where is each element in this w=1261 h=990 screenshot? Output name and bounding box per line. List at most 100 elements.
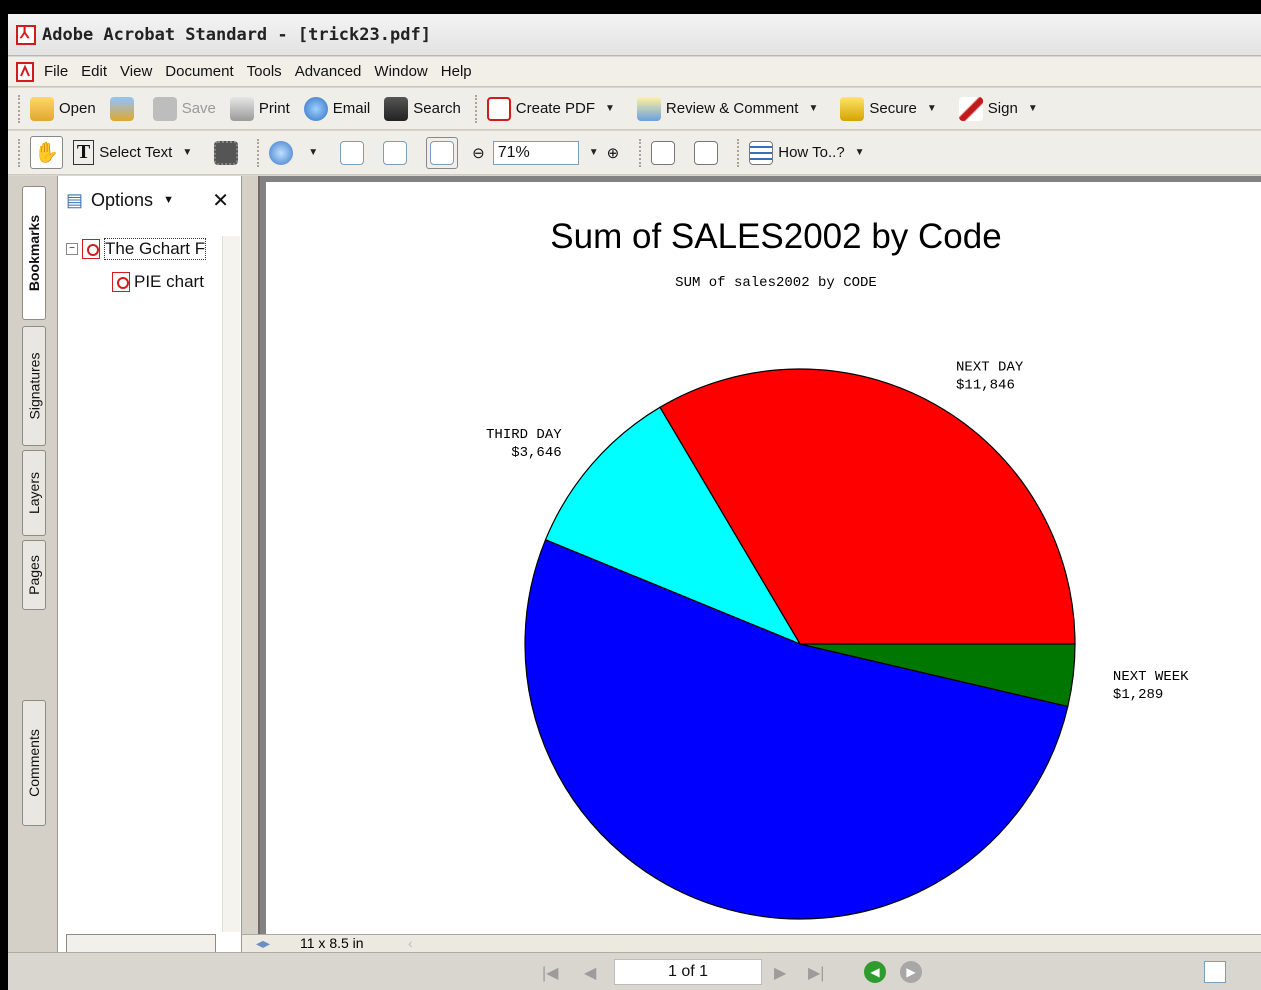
bookmark-item[interactable]: PIE chart [112,272,204,292]
slice-label-value: $11,846 [956,377,1015,393]
chevron-down-icon[interactable]: ▼ [1028,103,1038,114]
review-comment-button[interactable]: Review & Comment ▼ [636,96,826,121]
first-page-icon[interactable]: |◀ [542,963,558,983]
sign-button[interactable]: Sign ▼ [958,96,1046,121]
menu-file[interactable]: File [44,63,68,80]
search-label: Search [413,100,461,117]
toolbar-grip[interactable] [18,138,22,167]
tab-bookmarks-label: Bookmarks [26,214,43,292]
search-button[interactable]: Search [384,96,461,121]
save-button[interactable]: Save [152,96,216,121]
menu-advanced[interactable]: Advanced [295,63,362,80]
printer-icon [229,96,254,121]
document-viewport: Sum of SALES2002 by Code SUM of sales200… [260,176,1261,934]
tab-signatures[interactable]: Signatures [22,326,46,446]
create-pdf-label: Create PDF [515,100,595,117]
chevron-down-icon[interactable]: ▼ [605,103,615,114]
secure-label: Secure [869,100,917,117]
slice-label-category: THIRD DAY [486,427,562,443]
magnifier-icon [269,140,294,165]
panel-horizontal-scrollbar[interactable] [66,934,216,954]
toolbar-grip[interactable] [639,138,643,167]
previous-view-icon[interactable]: ◀ [864,961,886,983]
toolbar-grip[interactable] [18,94,22,123]
create-pdf-icon [486,96,511,121]
menu-view[interactable]: View [120,63,152,80]
secure-button[interactable]: Secure ▼ [840,96,944,121]
actual-size-button[interactable] [340,140,369,165]
next-view-icon[interactable]: ▶ [900,961,922,983]
print-button[interactable]: Print [229,96,290,121]
how-to-label: How To..? [778,144,845,161]
select-text-label: Select Text [99,144,173,161]
chevron-down-icon[interactable]: ▼ [808,103,818,114]
email-globe-icon [303,96,328,121]
chevron-down-icon[interactable]: ▼ [308,147,318,158]
text-select-icon: T [72,140,95,165]
document-menu-icon[interactable] [16,61,34,82]
tab-layers-label: Layers [26,471,42,515]
chevron-down-icon[interactable]: ▼ [163,194,174,206]
how-to-button[interactable]: How To..? ▼ [749,140,872,165]
window-title: Adobe Acrobat Standard - [trick23.pdf] [42,24,431,45]
collapse-icon[interactable]: − [66,243,78,255]
panel-splitter[interactable] [242,176,260,952]
select-text-button[interactable]: T Select Text ▼ [72,140,200,165]
chevron-down-icon[interactable]: ▼ [927,103,937,114]
tab-bookmarks[interactable]: Bookmarks [22,186,46,320]
zoom-out-icon[interactable]: ⊖ [472,144,485,162]
toolbar-grip[interactable] [737,138,741,167]
zoom-in-icon[interactable]: ⊕ [607,144,620,162]
tab-layers[interactable]: Layers [22,450,46,536]
chevron-down-icon[interactable]: ▼ [855,147,865,158]
options-icon: ▤ [66,189,84,210]
title-bar: Adobe Acrobat Standard - [trick23.pdf] [8,14,1261,56]
scroll-left-icon[interactable]: ‹ [408,935,413,951]
toolbar-grip[interactable] [474,94,479,123]
bookmark-icon [112,272,130,292]
panel-vertical-scrollbar[interactable] [222,236,240,932]
print-label: Print [258,100,290,117]
page-size-label: 11 x 8.5 in [300,935,364,951]
bookmark-item[interactable]: − The Gchart F [66,238,207,260]
previous-page-icon[interactable]: ◀ [584,963,596,983]
binoculars-icon [384,96,409,121]
tab-pages-label: Pages [26,555,43,595]
zoom-value: 71% [497,143,530,161]
fit-width-button[interactable] [426,136,459,169]
open-button[interactable]: Open [30,96,96,121]
tab-pages[interactable]: Pages [22,540,46,610]
folder-open-icon [30,96,54,121]
last-page-icon[interactable]: ▶| [808,963,824,983]
single-page-layout-icon[interactable] [1204,961,1226,983]
zoom-in-tool-button[interactable]: ▼ [269,140,326,165]
how-to-list-icon [749,140,774,165]
menu-document[interactable]: Document [165,63,233,80]
menu-edit[interactable]: Edit [81,63,107,80]
chevron-down-icon[interactable]: ▼ [182,147,192,158]
toolbar-grip[interactable] [257,138,261,167]
fit-page-button[interactable] [383,140,412,165]
page-size-bar: ◂▸ 11 x 8.5 in ‹ [242,934,1261,952]
email-button[interactable]: Email [303,96,370,121]
close-icon[interactable]: ✕ [212,188,229,213]
floppy-disk-icon [152,96,177,121]
review-comment-icon [636,96,661,121]
organizer-button[interactable] [109,96,139,121]
chevron-down-icon[interactable]: ▼ [589,147,599,158]
menu-tools[interactable]: Tools [247,63,282,80]
menu-window[interactable]: Window [374,63,427,80]
scroll-left-icon[interactable]: ◂▸ [256,935,270,952]
create-pdf-button[interactable]: Create PDF ▼ [486,96,623,121]
menu-help[interactable]: Help [441,63,472,80]
options-menu[interactable]: Options [91,190,153,211]
snapshot-button[interactable] [214,140,243,165]
file-toolbar: Open Save Print Email Search Create PDF … [8,88,1261,130]
next-page-icon[interactable]: ▶ [774,963,786,983]
hand-tool-button[interactable]: ✋ [30,136,63,169]
page-number-input[interactable]: 1 of 1 [614,959,762,985]
tab-comments[interactable]: Comments [22,700,46,826]
zoom-level-input[interactable]: 71% [492,140,579,165]
rotate-counterclockwise-button[interactable] [694,140,723,165]
rotate-clockwise-button[interactable] [651,140,680,165]
